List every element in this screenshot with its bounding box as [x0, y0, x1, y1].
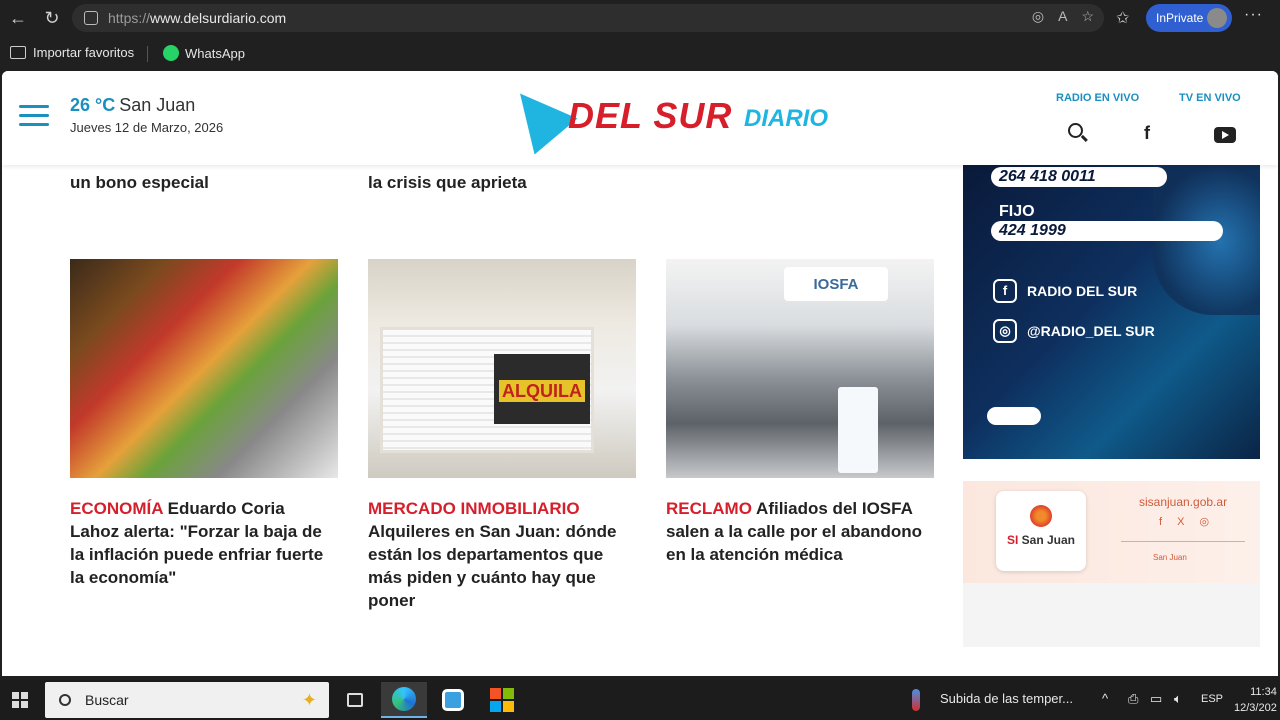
- app-icon: [442, 689, 464, 711]
- youtube-icon[interactable]: [1214, 127, 1236, 143]
- article-headline[interactable]: ECONOMÍA Eduardo Coria Lahoz alerta: "Fo…: [70, 497, 338, 589]
- browser-toolbar: ← ↻ https://www.delsurdiario.com ◎ A ☆ ✩…: [0, 0, 1280, 36]
- article-headline[interactable]: MERCADO INMOBILIARIO Alquileres en San J…: [368, 497, 636, 612]
- inprivate-label: InPrivate: [1156, 11, 1204, 25]
- site-header: 26 °C San Juan Jueves 12 de Marzo, 2026 D…: [2, 71, 1278, 165]
- import-icon: [10, 46, 26, 59]
- search-placeholder: Buscar: [85, 692, 129, 708]
- start-icon[interactable]: [12, 692, 28, 708]
- sanjuan-social-icons: f X ◎: [1159, 516, 1216, 528]
- language-indicator[interactable]: ESP: [1201, 693, 1223, 705]
- current-date: Jueves 12 de Marzo, 2026: [70, 120, 224, 135]
- task-view-button[interactable]: [332, 682, 378, 718]
- more-menu-icon[interactable]: ···: [1244, 6, 1263, 24]
- tracking-prevention-icon[interactable]: ◎: [1032, 8, 1044, 25]
- site-info-icon[interactable]: [84, 11, 98, 25]
- favorite-star-icon[interactable]: ☆: [1081, 8, 1094, 25]
- article-title-partial[interactable]: un bono especial: [70, 171, 209, 194]
- rental-sign: ALQUILA: [494, 354, 590, 424]
- store-icon: [490, 688, 514, 712]
- logo-arrow-icon: [498, 75, 578, 155]
- copilot-sparkle-icon: ✦: [301, 690, 317, 710]
- favorites-icon[interactable]: ✩: [1116, 8, 1129, 28]
- inprivate-button[interactable]: InPrivate: [1146, 4, 1232, 32]
- article-headline[interactable]: RECLAMO Afiliados del IOSFA salen a la c…: [666, 497, 934, 566]
- sanjuan-website: sisanjuan.gob.ar: [1139, 495, 1228, 509]
- weather-thermometer-icon[interactable]: [912, 689, 920, 711]
- site-logo[interactable]: DEL SUR DIARIO: [498, 75, 830, 155]
- taskbar-search[interactable]: Buscar ✦: [45, 682, 329, 718]
- fijo-number: 424 1999: [991, 221, 1223, 241]
- instagram-icon: ◎: [993, 319, 1017, 343]
- sanjuan-gov-label: San Juan: [1153, 553, 1187, 562]
- iosfa-banner: [838, 387, 878, 473]
- radio-live-link[interactable]: RADIO EN VIVO: [1056, 92, 1139, 104]
- tray-device-icon[interactable]: ⎙: [1128, 691, 1138, 707]
- article-image-rental[interactable]: ALQUILA: [368, 259, 636, 478]
- article-image-iosfa[interactable]: IOSFA: [666, 259, 934, 478]
- back-icon[interactable]: ←: [4, 4, 32, 32]
- facebook-icon[interactable]: f: [1144, 123, 1150, 144]
- bookmark-whatsapp[interactable]: WhatsApp: [163, 45, 245, 61]
- article-title-partial[interactable]: la crisis que aprieta: [368, 171, 527, 194]
- weather-news-text[interactable]: Subida de las temper...: [940, 691, 1073, 706]
- edge-taskbar-button[interactable]: [381, 682, 427, 718]
- logo-main-text: DEL SUR: [568, 95, 733, 136]
- refresh-icon[interactable]: ↻: [38, 4, 66, 32]
- search-icon[interactable]: [1068, 123, 1083, 138]
- volume-icon[interactable]: 🔈︎: [1174, 691, 1182, 707]
- tv-live-link[interactable]: TV EN VIVO: [1179, 92, 1241, 104]
- app-taskbar-button[interactable]: [430, 682, 476, 718]
- ad-pill-decoration: [987, 407, 1041, 425]
- article-image-market[interactable]: [70, 259, 338, 478]
- phone-number: 264 418 0011: [991, 167, 1167, 187]
- radio-instagram: ◎ @RADIO_DEL SUR: [993, 319, 1155, 343]
- whatsapp-icon: [163, 45, 179, 61]
- tray-chevron-icon[interactable]: ^: [1102, 691, 1108, 706]
- article-category: MERCADO INMOBILIARIO: [368, 499, 580, 518]
- city-name: San Juan: [119, 95, 196, 115]
- radio-ad-banner[interactable]: 264 418 0011 FIJO 424 1999 f RADIO DEL S…: [963, 165, 1260, 459]
- ad-placeholder: [963, 583, 1260, 647]
- windows-taskbar: Buscar ✦ Subida de las temper... ^ ⎙ ▭ 🔈…: [0, 680, 1280, 720]
- iosfa-sign: IOSFA: [784, 267, 888, 301]
- fijo-label: FIJO: [999, 203, 1035, 220]
- profile-avatar[interactable]: [1207, 8, 1227, 28]
- system-clock[interactable]: 11:34 12/3/202: [1234, 684, 1277, 716]
- sanjuan-logo-card: SI San Juan: [996, 491, 1086, 571]
- search-icon: [59, 694, 71, 706]
- sanjuan-flower-icon: [1030, 505, 1052, 527]
- edge-icon: [392, 687, 416, 711]
- task-view-icon: [347, 693, 363, 707]
- bookmark-divider: [147, 46, 148, 62]
- logo-sub-text: DIARIO: [744, 105, 828, 132]
- article-category: ECONOMÍA: [70, 499, 163, 518]
- ad-divider: [1121, 541, 1245, 542]
- temperature: 26 °C: [70, 95, 116, 115]
- read-aloud-icon[interactable]: A: [1058, 8, 1067, 25]
- bookmarks-bar: Importar favoritos WhatsApp: [0, 36, 1280, 70]
- weather-widget: 26 °C San Juan Jueves 12 de Marzo, 2026: [70, 95, 223, 135]
- article-title: Alquileres en San Juan: dónde están los …: [368, 522, 617, 610]
- menu-icon[interactable]: [19, 105, 49, 129]
- facebook-icon: f: [993, 279, 1017, 303]
- bookmark-import-favorites[interactable]: Importar favoritos: [10, 45, 134, 60]
- sanjuan-ad-banner[interactable]: SI San Juan sisanjuan.gob.ar f X ◎ San J…: [963, 481, 1260, 583]
- url-text[interactable]: https://www.delsurdiario.com: [108, 10, 286, 26]
- web-page: 26 °C San Juan Jueves 12 de Marzo, 2026 D…: [2, 71, 1278, 676]
- radio-facebook: f RADIO DEL SUR: [993, 279, 1137, 303]
- network-icon[interactable]: ▭: [1150, 691, 1162, 707]
- store-taskbar-button[interactable]: [479, 682, 525, 718]
- address-bar[interactable]: https://www.delsurdiario.com ◎ A ☆: [72, 4, 1104, 32]
- article-category: RECLAMO: [666, 499, 752, 518]
